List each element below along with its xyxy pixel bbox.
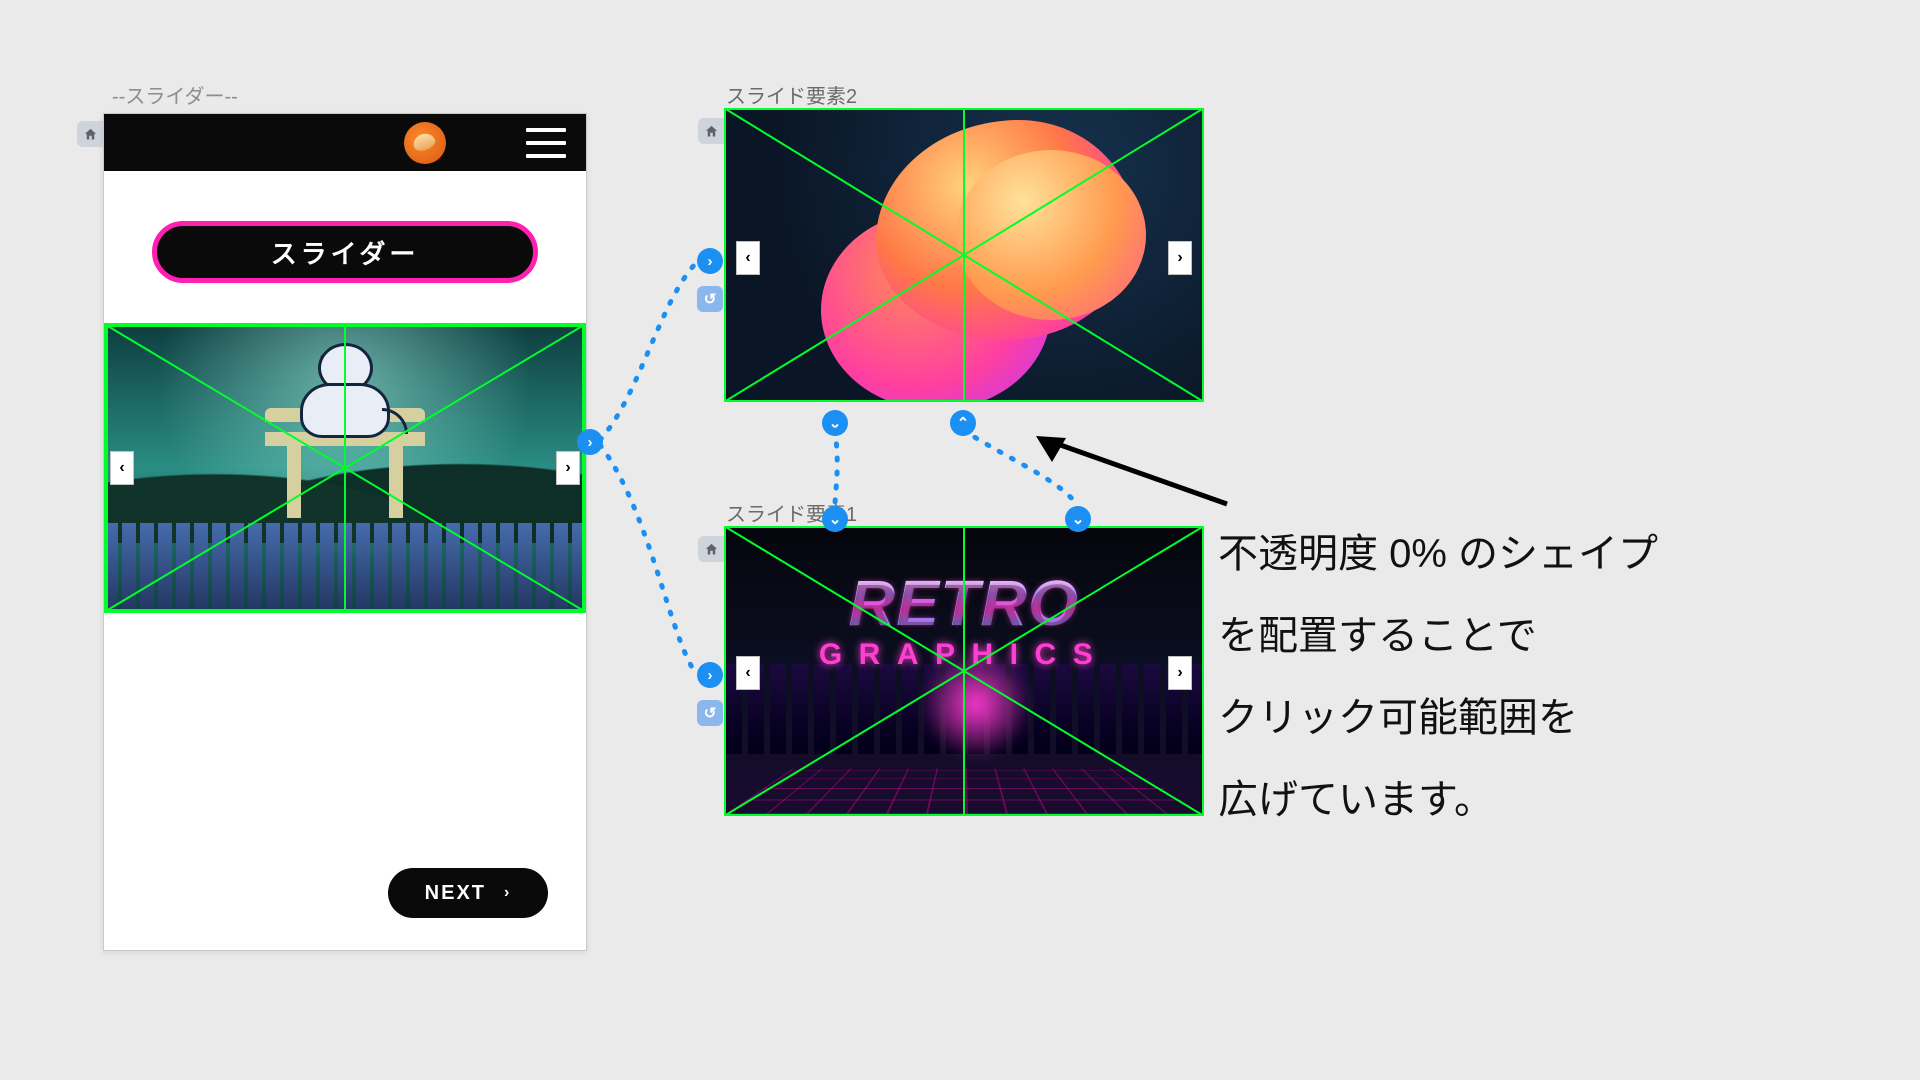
slider-prev-button[interactable]: ‹ (110, 451, 134, 485)
annotation-line: 広げています。 (1218, 759, 1658, 841)
slider-image-area[interactable]: ‹ › (104, 323, 586, 613)
slide-element-1[interactable]: RETRO GRAPHICS (724, 526, 1204, 816)
retro-title: RETRO (849, 566, 1079, 640)
next-label: NEXT (425, 882, 486, 905)
link-node-right-icon[interactable]: › (697, 248, 723, 274)
annotation-line: クリック可能範囲を (1218, 677, 1658, 759)
next-page-button[interactable]: NEXT › (388, 868, 548, 918)
link-node-right-icon[interactable]: › (697, 662, 723, 688)
el1-prev-button[interactable]: ‹ (736, 656, 760, 690)
retro-subtitle: GRAPHICS (819, 638, 1109, 672)
hamburger-menu-icon[interactable] (526, 128, 566, 158)
link-node-right-icon[interactable]: › (577, 429, 603, 455)
frame-label-el2: スライド要素2 (726, 80, 857, 109)
chevron-right-icon: › (504, 884, 511, 902)
annotation-text: 不透明度 0% のシェイプ を配置することで クリック可能範囲を 広げています。 (1218, 513, 1658, 841)
home-icon[interactable] (77, 121, 103, 147)
link-node-down-icon[interactable]: ⌄ (822, 506, 848, 532)
home-icon[interactable] (698, 118, 724, 144)
annotation-line: 不透明度 0% のシェイプ (1218, 513, 1658, 595)
home-icon[interactable] (698, 536, 724, 562)
slide-element-2[interactable] (724, 108, 1204, 402)
undo-icon[interactable]: ↺ (697, 286, 723, 312)
phone-header (104, 114, 586, 171)
undo-icon[interactable]: ↺ (697, 700, 723, 726)
pill-title: スライダー (152, 221, 538, 283)
phone-frame: スライダー ‹ › NEXT › (103, 113, 587, 951)
slider-next-button[interactable]: › (556, 451, 580, 485)
link-node-down-icon[interactable]: ⌄ (822, 410, 848, 436)
el1-next-button[interactable]: › (1168, 656, 1192, 690)
el2-next-button[interactable]: › (1168, 241, 1192, 275)
app-logo-icon (404, 122, 446, 164)
annotation-line: を配置することで (1218, 595, 1658, 677)
link-node-up-icon[interactable]: ⌃ (950, 410, 976, 436)
el2-prev-button[interactable]: ‹ (736, 241, 760, 275)
frame-label-slider: --スライダー-- (112, 80, 238, 109)
annotation-arrow-icon (1032, 432, 1232, 512)
